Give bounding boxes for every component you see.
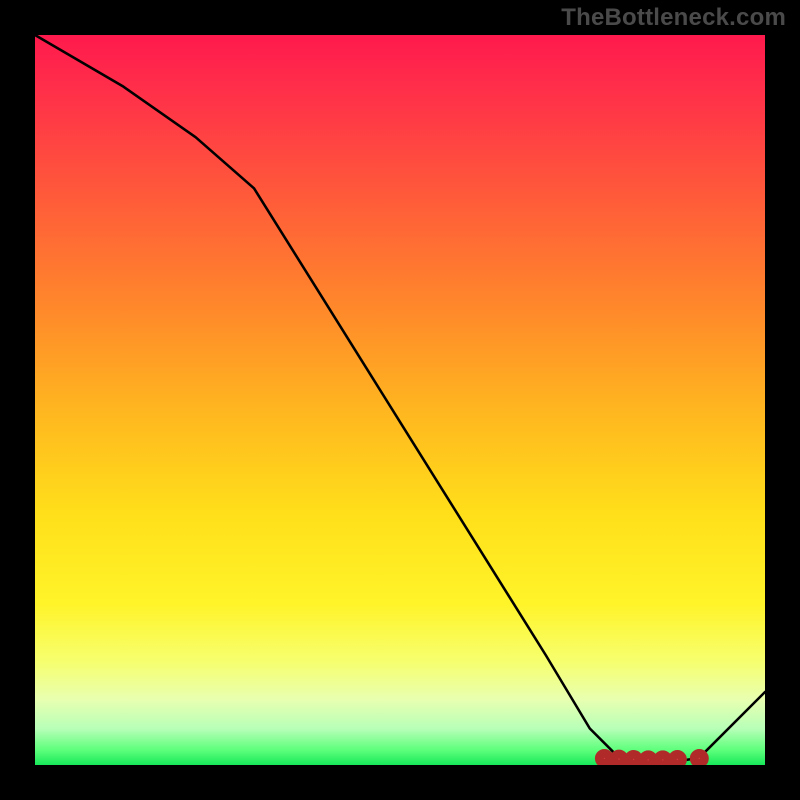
chart-marker xyxy=(672,754,682,764)
chart-svg xyxy=(35,35,765,765)
chart-marker xyxy=(694,753,704,763)
chart-marker xyxy=(614,754,624,764)
chart-line-series xyxy=(35,35,765,761)
watermark-text: TheBottleneck.com xyxy=(561,4,786,32)
chart-plot-area xyxy=(35,35,765,765)
chart-frame: TheBottleneck.com xyxy=(0,0,800,800)
chart-marker xyxy=(658,755,668,765)
chart-marker xyxy=(628,754,638,764)
chart-marker xyxy=(643,755,653,765)
chart-marker xyxy=(599,753,609,763)
